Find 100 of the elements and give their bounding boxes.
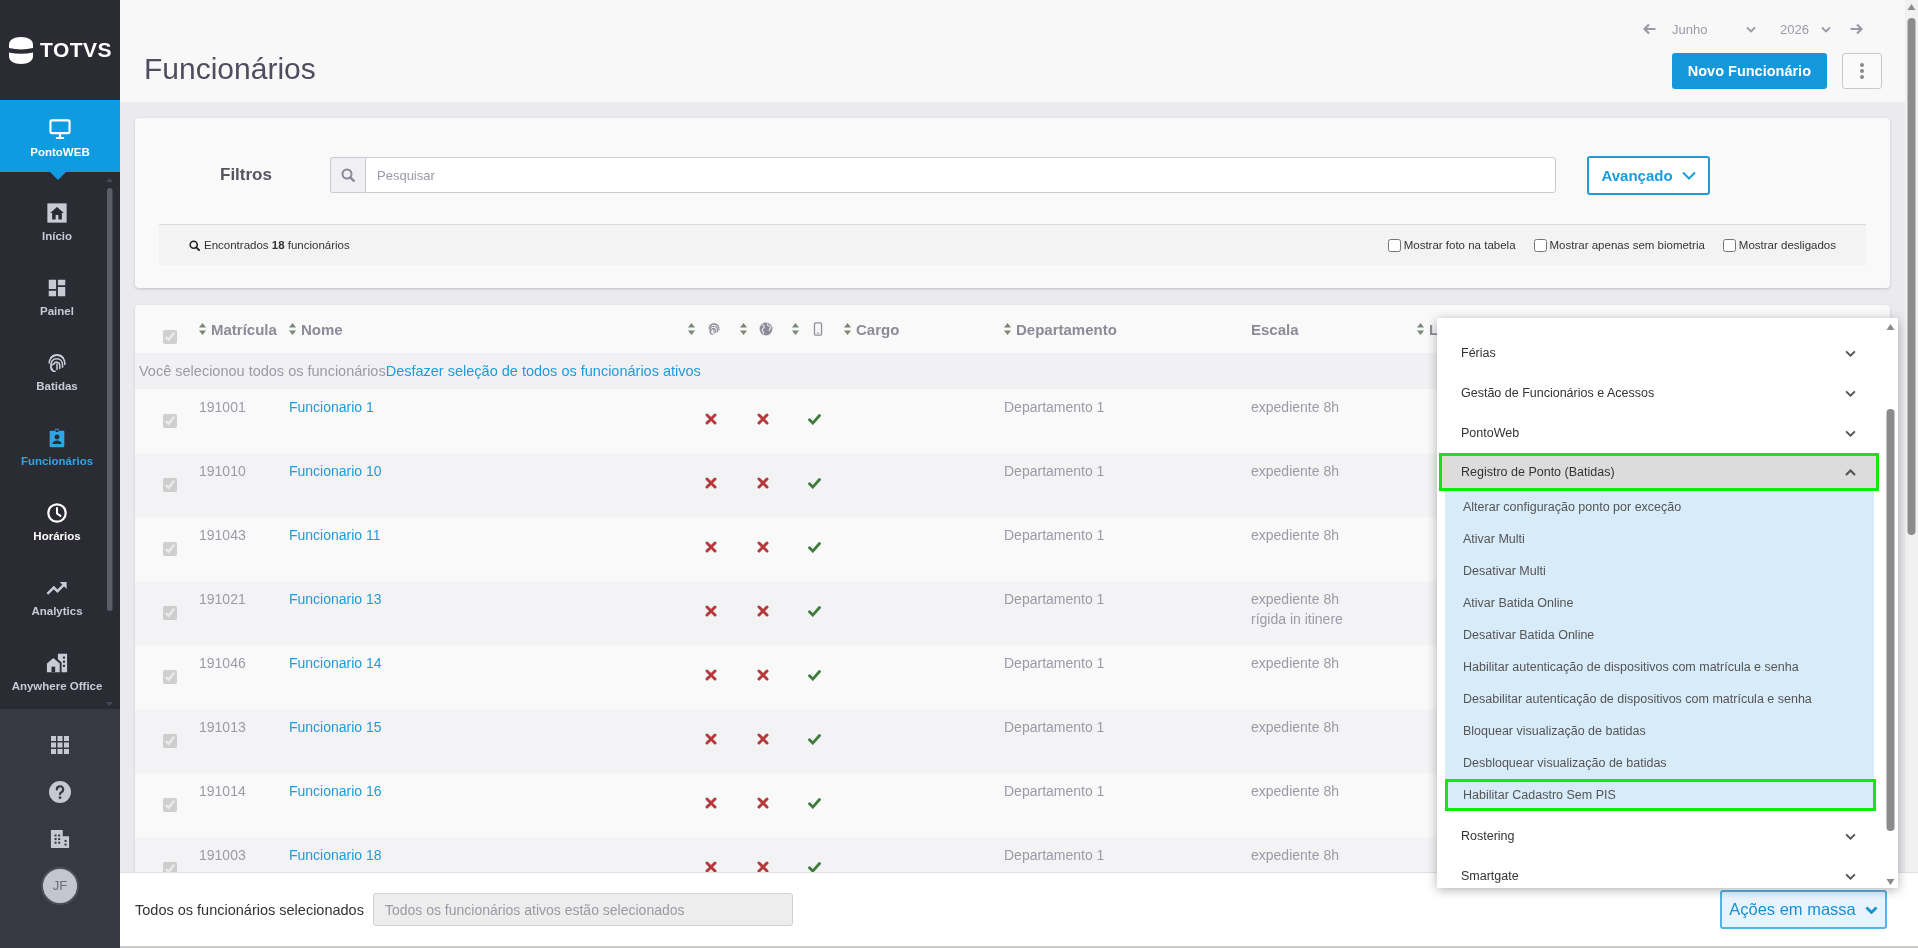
department-text: Departamento 1 [1004, 398, 1105, 417]
menu-item[interactable]: Bloquear visualização de batidas [1445, 715, 1874, 747]
more-button[interactable] [1842, 53, 1882, 89]
department-text: Departamento 1 [1004, 718, 1105, 737]
column-header[interactable]: Matrícula [199, 320, 277, 338]
search-field[interactable]: Pesquisar [365, 157, 1556, 193]
nav-item[interactable]: Funcionários [0, 409, 120, 484]
employee-id: 191003 [199, 846, 246, 865]
column-header[interactable] [688, 322, 721, 336]
help-icon[interactable] [49, 780, 71, 803]
menu-group-label: Gestão de Funcionários e Acessos [1461, 386, 1655, 400]
menu-group-label: PontoWeb [1461, 426, 1520, 440]
menu-item[interactable]: Desativar Multi [1445, 555, 1874, 587]
employee-id: 191014 [199, 782, 246, 801]
menu-item[interactable]: Desabilitar autenticação de dispositivos com matrícula e senha [1445, 683, 1874, 715]
monitor-icon [49, 118, 71, 139]
building-icon[interactable] [50, 828, 70, 849]
checkbox-label: Mostrar desligados [1738, 239, 1836, 251]
selection-label: Todos os funcionários selecionados [135, 901, 364, 918]
checkbox[interactable] [1722, 238, 1736, 252]
nav-item[interactable]: Batidas [0, 334, 120, 409]
arrow-right-icon[interactable] [1850, 23, 1864, 35]
schedule-text: expediente 8h [1251, 590, 1339, 609]
menu-item[interactable]: Desativar Batida Online [1445, 619, 1874, 651]
pointer-icon [50, 172, 66, 180]
checkbox-label: Mostrar foto na tabela [1403, 239, 1516, 251]
menu-item[interactable]: Desbloquear visualização de batidas [1445, 747, 1874, 779]
new-employee-button[interactable]: Novo Funcionário [1671, 53, 1827, 89]
employee-id: 191001 [199, 398, 246, 417]
checkbox-label: Mostrar apenas sem biometria [1549, 239, 1705, 251]
column-header[interactable] [740, 322, 773, 336]
year-select[interactable]: 2026 [1775, 17, 1835, 41]
schedule-text: rígida in itinere [1251, 610, 1343, 629]
nav-item[interactable]: Anywhere Office [0, 634, 120, 709]
logo-text: TOTVS [40, 38, 113, 62]
logo-icon [9, 36, 33, 64]
menu-item[interactable]: Alterar configuração ponto por exceção [1445, 491, 1874, 523]
chevron-down-icon [1845, 429, 1856, 437]
checkbox[interactable] [1387, 238, 1401, 252]
menu-item[interactable]: Habilitar autenticação de dispositivos com matrícula e senha [1445, 651, 1874, 683]
schedule-text: expediente 8h [1251, 398, 1339, 417]
employee-id: 191013 [199, 718, 246, 737]
fingerprint-icon [46, 351, 68, 374]
employee-id: 191021 [199, 590, 246, 609]
house-building-icon [46, 651, 68, 674]
department-text: Departamento 1 [1004, 846, 1105, 865]
scrollbar[interactable] [105, 178, 114, 706]
chevron-down-icon [1864, 905, 1878, 914]
column-header[interactable] [792, 322, 825, 336]
chevron-up-icon [1845, 468, 1856, 476]
grid-icon[interactable] [51, 735, 69, 754]
chevron-down-icon [1681, 170, 1696, 180]
menu-item[interactable]: Ativar Batida Online [1445, 587, 1874, 619]
employee-id: 191046 [199, 654, 246, 673]
menu-item[interactable]: Ativar Multi [1445, 523, 1874, 555]
fingerprint-icon [707, 322, 721, 336]
checkbox[interactable] [1533, 238, 1547, 252]
globe-icon [759, 322, 773, 336]
scrollbar[interactable] [1905, 0, 1918, 872]
schedule-text: expediente 8h [1251, 462, 1339, 481]
schedule-text: expediente 8h [1251, 654, 1339, 673]
department-text: Departamento 1 [1004, 782, 1105, 801]
column-header[interactable]: Cargo [844, 320, 900, 338]
column-header: Escala [1251, 320, 1299, 338]
department-text: Departamento 1 [1004, 654, 1105, 673]
chevron-down-icon [1845, 389, 1856, 397]
month-select[interactable]: Junho [1665, 17, 1760, 41]
schedule-text: expediente 8h [1251, 718, 1339, 737]
home-icon [46, 201, 68, 224]
chevron-down-icon [1845, 832, 1856, 840]
chevron-down-icon [1845, 349, 1856, 357]
search-icon [189, 239, 200, 251]
avatar[interactable]: JF [41, 866, 79, 905]
nav-item[interactable]: Analytics [0, 559, 120, 634]
nav-item[interactable]: Painel [0, 259, 120, 334]
module-button[interactable]: PontoWEB [0, 100, 120, 172]
advanced-button[interactable]: Avançado [1587, 155, 1710, 195]
undo-selection-link[interactable]: Desfazer seleção de todos os funcionários ativos [385, 363, 701, 379]
nav-item[interactable]: Horários [0, 484, 120, 559]
menu-item[interactable]: Habilitar Cadastro Sem PIS [1445, 779, 1876, 811]
caret-icon [1746, 25, 1756, 33]
column-header[interactable]: Nome [289, 320, 343, 338]
caret-icon [1821, 25, 1831, 33]
menu-group[interactable]: Smartgate [1439, 856, 1879, 888]
department-text: Departamento 1 [1004, 462, 1105, 481]
more-icon [1860, 63, 1864, 79]
menu-group[interactable]: PontoWeb [1439, 413, 1879, 453]
menu-group[interactable]: Rostering [1439, 816, 1879, 856]
mass-actions-button[interactable]: Ações em massa [1720, 890, 1887, 929]
clock-icon [46, 501, 68, 524]
nav-item[interactable]: Início [0, 184, 120, 259]
column-header[interactable]: Departamento [1004, 320, 1117, 338]
filters-label: Filtros [220, 165, 273, 185]
department-text: Departamento 1 [1004, 590, 1105, 609]
arrow-left-icon[interactable] [1642, 23, 1656, 35]
menu-group[interactable]: Registro de Ponto (Batidas) [1439, 453, 1879, 491]
search-icon [330, 157, 365, 193]
schedule-text: expediente 8h [1251, 526, 1339, 545]
menu-group-label: Smartgate [1461, 869, 1519, 883]
schedule-text: expediente 8h [1251, 846, 1339, 865]
